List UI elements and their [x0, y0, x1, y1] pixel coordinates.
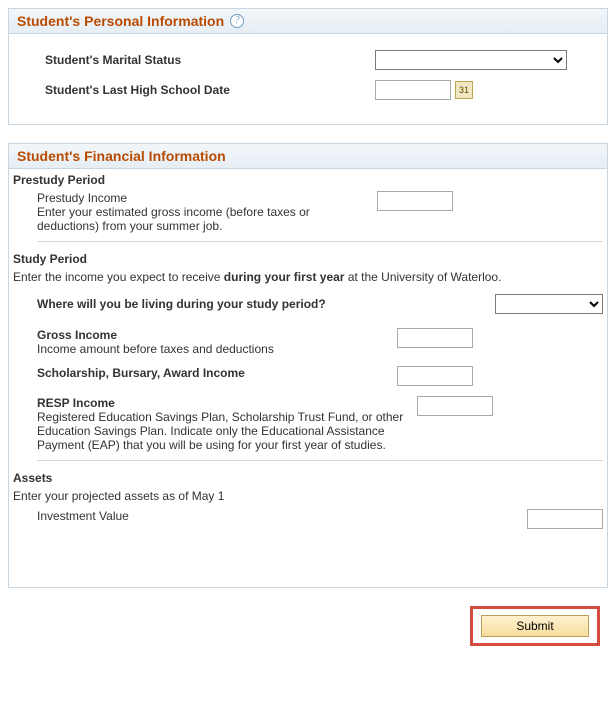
- assets-heading: Assets: [13, 471, 603, 485]
- gross-income-desc: Income amount before taxes and deduction…: [37, 342, 385, 356]
- personal-info-section: Student's Personal Information ? Student…: [8, 8, 608, 125]
- submit-highlight: Submit: [470, 606, 600, 646]
- prestudy-income-desc: Enter your estimated gross income (befor…: [37, 205, 365, 233]
- personal-info-title: Student's Personal Information: [17, 13, 224, 29]
- study-intro-a: Enter the income you expect to receive: [13, 270, 224, 284]
- marital-status-select[interactable]: [375, 50, 567, 70]
- submit-button[interactable]: Submit: [481, 615, 589, 637]
- financial-info-body: Prestudy Period Prestudy Income Enter yo…: [9, 173, 607, 587]
- personal-info-body: Student's Marital Status Student's Last …: [9, 34, 607, 124]
- divider: [37, 460, 603, 461]
- study-intro-b: at the University of Waterloo.: [344, 270, 501, 284]
- living-location-label: Where will you be living during your stu…: [37, 297, 495, 311]
- financial-info-title: Student's Financial Information: [17, 148, 226, 164]
- sba-income-title: Scholarship, Bursary, Award Income: [37, 366, 385, 380]
- resp-income-desc: Registered Education Savings Plan, Schol…: [37, 410, 405, 452]
- study-intro: Enter the income you expect to receive d…: [13, 270, 603, 284]
- prestudy-income-title: Prestudy Income: [37, 191, 365, 205]
- marital-status-label: Student's Marital Status: [45, 53, 375, 67]
- financial-info-header: Student's Financial Information: [9, 144, 607, 169]
- last-hs-date-label: Student's Last High School Date: [45, 83, 375, 97]
- study-heading: Study Period: [13, 252, 603, 266]
- prestudy-heading: Prestudy Period: [13, 173, 603, 187]
- resp-income-title: RESP Income: [37, 396, 405, 410]
- financial-info-section: Student's Financial Information Prestudy…: [8, 143, 608, 588]
- assets-intro: Enter your projected assets as of May 1: [13, 489, 603, 503]
- study-intro-bold: during your first year: [224, 270, 345, 284]
- last-hs-date-input[interactable]: [375, 80, 451, 100]
- investment-value-title: Investment Value: [37, 509, 515, 523]
- personal-info-header: Student's Personal Information ?: [9, 9, 607, 34]
- divider: [37, 241, 603, 242]
- calendar-icon[interactable]: 31: [455, 81, 473, 99]
- submit-area: Submit: [8, 606, 608, 646]
- living-location-select[interactable]: [495, 294, 603, 314]
- gross-income-title: Gross Income: [37, 328, 385, 342]
- resp-income-input[interactable]: [417, 396, 493, 416]
- investment-value-input[interactable]: [527, 509, 603, 529]
- sba-income-input[interactable]: [397, 366, 473, 386]
- help-icon[interactable]: ?: [230, 14, 244, 28]
- prestudy-income-input[interactable]: [377, 191, 453, 211]
- gross-income-input[interactable]: [397, 328, 473, 348]
